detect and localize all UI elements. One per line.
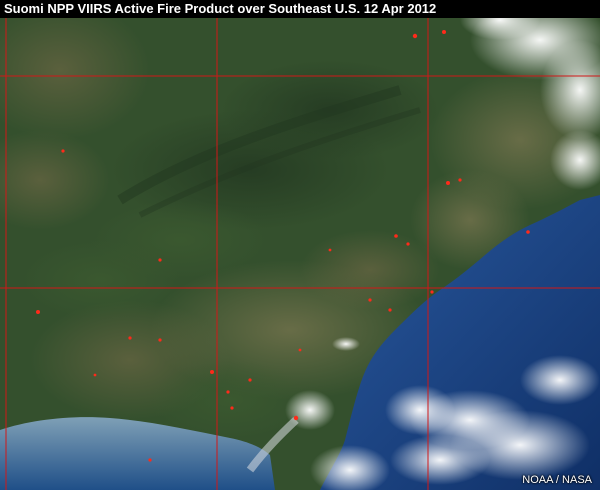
image-credit: NOAA / NASA	[522, 474, 592, 486]
image-title: Suomi NPP VIIRS Active Fire Product over…	[0, 0, 600, 18]
satellite-image	[0, 0, 600, 490]
satellite-map: Suomi NPP VIIRS Active Fire Product over…	[0, 0, 600, 490]
